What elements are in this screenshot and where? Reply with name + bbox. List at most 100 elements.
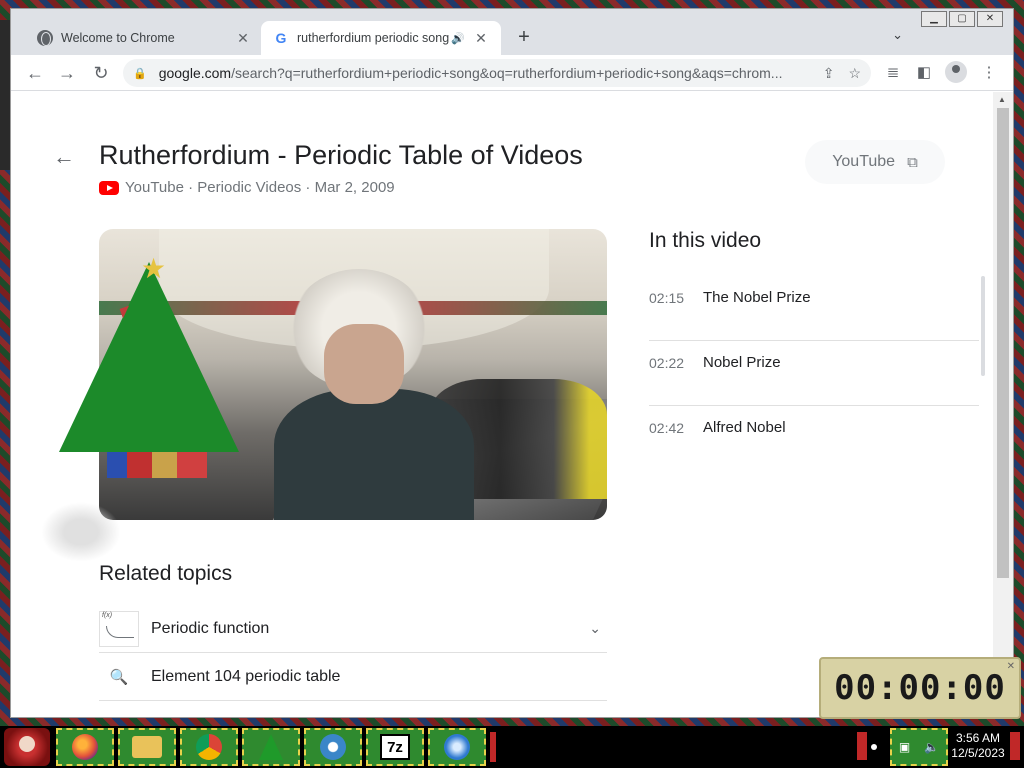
chapters-scrollbar[interactable] <box>981 276 985 376</box>
page-content: ← Rutherfordium - Periodic Table of Vide… <box>11 92 995 717</box>
menu-icon[interactable]: ⋮ <box>979 63 999 81</box>
chapter-time: 02:42 <box>649 420 685 436</box>
radiation-icon <box>444 734 470 760</box>
search-icon: 🔍 <box>109 668 129 686</box>
video-date: Mar 2, 2009 <box>314 179 395 196</box>
thunderbird-icon <box>320 734 346 760</box>
timer-close-icon[interactable]: ✕ <box>1007 661 1015 672</box>
video-frame-person-body <box>274 389 474 520</box>
related-search-item[interactable]: 🔍 Element 104 periodic table <box>99 653 607 701</box>
chapter-item[interactable]: 02:15 The Nobel Prize <box>649 276 979 341</box>
video-channel: Periodic Videos <box>197 179 302 196</box>
related-topic-item[interactable]: f(x) Periodic function ⌄ <box>99 605 607 653</box>
google-icon: G <box>275 30 287 46</box>
timer-display: 00:00:00 <box>834 668 1006 708</box>
countdown-timer-widget[interactable]: 00:00:00 ✕ <box>819 657 1021 719</box>
graph-curve <box>106 625 134 638</box>
taskbar-divider <box>490 732 496 762</box>
profile-avatar[interactable] <box>945 61 967 83</box>
forward-button[interactable]: → <box>55 61 79 85</box>
new-tab-button[interactable]: + <box>511 25 537 51</box>
close-window-button[interactable]: ✕ <box>977 11 1003 27</box>
christmas-tree-overlay <box>59 262 239 452</box>
snow-overlay <box>41 502 121 562</box>
chapter-item[interactable]: 02:42 Alfred Nobel <box>649 406 979 471</box>
clock-date: 12/5/2023 <box>951 746 1005 760</box>
taskbar-7zip[interactable]: 7z <box>366 728 424 766</box>
lock-icon[interactable]: 🔒 <box>133 67 147 80</box>
browser-toolbar: ← → ↻ 🔒 google.com/search?q=rutherfordiu… <box>11 55 1013 91</box>
folder-icon <box>132 736 162 758</box>
video-title: Rutherfordium - Periodic Table of Videos <box>99 140 583 170</box>
clock-time: 3:56 AM <box>955 731 1001 745</box>
video-source: YouTube <box>125 179 184 196</box>
globe-icon <box>37 30 53 46</box>
taskbar-tree[interactable] <box>242 728 300 766</box>
bookmark-star-icon[interactable]: ☆ <box>848 65 861 82</box>
related-topic-label: Periodic function <box>151 619 270 637</box>
youtube-link-button[interactable]: YouTube ⧉ <box>805 140 945 184</box>
chapter-item[interactable]: 02:22 Nobel Prize <box>649 341 979 406</box>
back-button[interactable]: ← <box>23 61 47 85</box>
meta-separator: · <box>183 179 198 196</box>
chrome-icon <box>196 734 222 760</box>
taskbar-clock[interactable]: 3:56 AM 12/5/2023 <box>948 731 1008 761</box>
open-external-icon: ⧉ <box>907 153 918 171</box>
maximize-button[interactable]: ▢ <box>949 11 975 27</box>
window-controls: ▁ ▢ ✕ <box>921 11 1003 27</box>
minimize-button[interactable]: ▁ <box>921 11 947 27</box>
close-tab-icon[interactable]: ✕ <box>473 30 489 47</box>
chapter-title: The Nobel Prize <box>703 289 811 306</box>
youtube-icon <box>99 180 119 195</box>
tree-star-icon: ★ <box>141 253 167 284</box>
url-path: /search?q=rutherfordium+periodic+song&oq… <box>231 65 783 81</box>
page-scrollbar[interactable]: ▲ ▼ <box>993 92 1013 717</box>
reload-button[interactable]: ↻ <box>89 61 113 85</box>
tab-search-icon[interactable]: ⌄ <box>892 27 903 43</box>
tab-search[interactable]: G rutherfordium periodic song 🔊 ✕ <box>261 21 501 55</box>
close-tab-icon[interactable]: ✕ <box>235 30 251 47</box>
taskbar-chrome[interactable] <box>180 728 238 766</box>
scroll-up-arrow[interactable]: ▲ <box>998 95 1006 104</box>
chapters-heading: In this video <box>649 229 762 252</box>
tab-bar: Welcome to Chrome ✕ G rutherfordium peri… <box>11 9 1013 55</box>
tray-end <box>1010 732 1020 760</box>
related-search-label: Element 104 periodic table <box>151 667 341 685</box>
chevron-down-icon[interactable]: ⌄ <box>589 620 601 637</box>
taskbar-explorer[interactable] <box>118 728 176 766</box>
address-bar[interactable]: 🔒 google.com/search?q=rutherfordium+peri… <box>123 59 871 87</box>
7zip-icon: 7z <box>380 734 410 760</box>
back-arrow-icon[interactable]: ← <box>53 144 75 170</box>
chapter-title: Nobel Prize <box>703 354 781 371</box>
chapter-title: Alfred Nobel <box>703 419 786 436</box>
scroll-thumb[interactable] <box>997 108 1009 578</box>
volume-icon[interactable]: 🔈 <box>924 740 939 754</box>
chapter-time: 02:15 <box>649 290 685 306</box>
video-meta: YouTube · Periodic Videos · Mar 2, 2009 <box>99 179 395 196</box>
system-tray[interactable]: ▣ 🔈 <box>890 728 948 766</box>
related-topics-heading: Related topics <box>99 562 233 585</box>
firefox-icon <box>72 734 98 760</box>
url-host: google.com <box>158 65 232 81</box>
share-icon[interactable]: ⇪ <box>823 65 835 82</box>
speaker-icon[interactable]: 🔊 <box>451 32 465 45</box>
video-frame-person-face <box>324 324 404 404</box>
start-button[interactable] <box>4 728 50 766</box>
taskbar-thunderbird[interactable] <box>304 728 362 766</box>
taskbar-firefox[interactable] <box>56 728 114 766</box>
tree-icon <box>259 734 283 760</box>
reading-list-icon[interactable]: ≣ <box>883 63 903 81</box>
network-icon[interactable]: ▣ <box>899 740 910 754</box>
function-graph-icon: f(x) <box>99 610 139 647</box>
meta-separator: · <box>301 179 315 196</box>
browser-window: Welcome to Chrome ✕ G rutherfordium peri… <box>10 8 1014 718</box>
url-text[interactable]: google.com/search?q=rutherfordium+period… <box>159 65 809 81</box>
tray-separator <box>857 732 867 760</box>
tab-welcome[interactable]: Welcome to Chrome ✕ <box>25 21 263 55</box>
chapter-time: 02:22 <box>649 355 685 371</box>
side-panel-icon[interactable]: ◧ <box>914 63 934 81</box>
thumb-label: f(x) <box>102 611 113 619</box>
taskbar-radiation[interactable] <box>428 728 486 766</box>
tray-dot <box>871 744 877 750</box>
tab-title: rutherfordium periodic song <box>297 31 450 45</box>
